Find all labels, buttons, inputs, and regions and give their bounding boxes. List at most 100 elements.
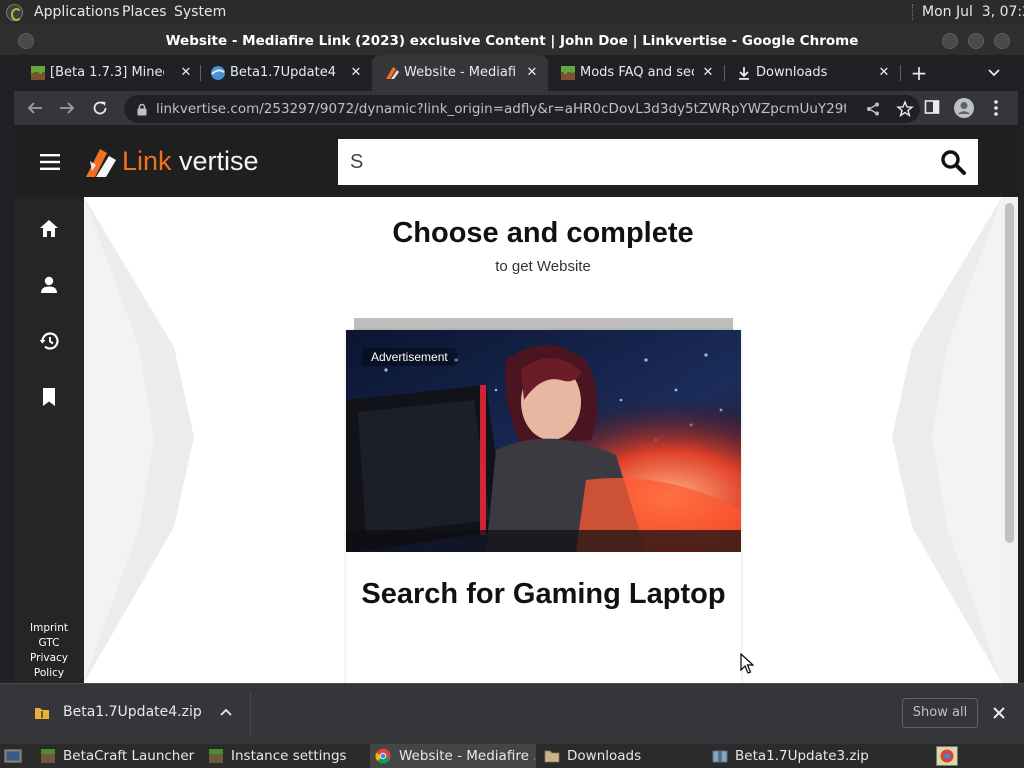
advertisement-card[interactable]: Advertisement Search for Gaming Laptop [346,330,741,683]
tab-label: Downloads [756,65,828,80]
window-titlebar[interactable]: Website - Mediafire Link (2023) exclusiv… [0,25,1024,55]
task-downloads-folder[interactable]: Downloads [540,744,704,768]
profile-avatar-icon[interactable] [953,97,975,119]
folder-icon [544,750,560,763]
ad-search-title[interactable]: Search for Gaming Laptop [346,578,741,611]
task-label: BetaCraft Launcher ... [63,748,199,764]
page-title: Choose and complete [392,217,694,249]
minimize-button[interactable] [942,33,958,49]
reload-icon[interactable] [91,99,109,117]
kebab-menu-icon[interactable] [992,99,1000,117]
system-menu[interactable]: System [174,4,226,20]
linkvertise-search-box [338,139,978,185]
url-text[interactable]: linkvertise.com/253297/9072/dynamic?link… [156,101,846,117]
advertisement-label: Advertisement [362,348,457,366]
close-tab-icon[interactable]: ✕ [698,63,718,83]
minecraft-grass-icon [561,66,575,80]
close-downloads-icon[interactable] [992,706,1006,720]
desktop-top-panel: Applications Places System Mon Jul 3, 07… [0,0,1024,25]
task-betacraft-launcher[interactable]: BetaCraft Launcher ... [36,744,200,768]
task-instance-settings[interactable]: Instance settings [204,744,368,768]
betacraft-icon [209,749,223,763]
bookmark-star-icon[interactable] [896,100,914,118]
download-shelf: Beta1.7Update4.zip Show all [0,683,1024,744]
tab-downloads[interactable]: Downloads ✕ [724,55,900,91]
linkvertise-sidebar: Imprint GTC Privacy Policy [14,197,84,683]
show-desktop-icon[interactable] [4,748,22,764]
tab-label: Mods FAQ and sect [580,65,694,80]
window-title: Website - Mediafire Link (2023) exclusiv… [165,33,859,49]
hamburger-menu-icon[interactable] [40,153,60,171]
logo-text-link: Link [122,146,172,176]
home-icon[interactable] [37,217,61,241]
search-input[interactable] [338,139,918,185]
page-subtitle: to get Website [495,258,591,275]
tab-beta-update[interactable]: Beta1.7Update4 ✕ [198,55,370,91]
places-menu[interactable]: Places [122,4,167,20]
chrome-icon [375,748,391,764]
user-icon[interactable] [37,273,61,297]
maximize-button[interactable] [968,33,984,49]
browser-toolbar: linkvertise.com/253297/9072/dynamic?link… [14,91,1018,125]
new-tab-icon[interactable]: + [907,61,931,85]
footer-links: Imprint GTC Privacy Policy [14,621,84,681]
close-tab-icon[interactable]: ✕ [522,63,542,83]
tab-linkvertise[interactable]: Website - Mediafir ✕ [372,55,548,91]
tab-label: [Beta 1.7.3] Minecra [50,65,164,80]
zip-file-icon [35,708,49,719]
clock[interactable]: Mon Jul 3, 07:22 [922,4,1024,20]
tab-minecraft-beta[interactable]: [Beta 1.7.3] Minecra ✕ [18,55,198,91]
policy-link[interactable]: Policy [14,666,84,681]
taskbar: BetaCraft Launcher ... Instance settings… [0,744,1024,768]
search-icon[interactable] [940,149,966,175]
download-filename: Beta1.7Update4.zip [63,704,202,720]
task-label: Website - Mediafire ... [399,748,535,764]
tab-separator [900,65,901,81]
download-divider [250,692,251,736]
close-tab-icon[interactable]: ✕ [176,63,196,83]
download-icon [739,67,749,80]
lock-icon[interactable] [136,103,148,116]
forward-icon[interactable] [58,99,76,117]
workspace-switcher-icon[interactable] [936,746,958,766]
tab-label: Website - Mediafir [404,65,516,80]
task-label: Instance settings [231,748,347,764]
close-window-button[interactable] [994,33,1010,49]
linkvertise-icon [386,67,399,79]
tab-strip: [Beta 1.7.3] Minecra ✕ Beta1.7Update4 ✕ … [14,55,1018,91]
task-label: Beta1.7Update3.zip [735,748,869,764]
history-icon[interactable] [37,329,61,353]
panel-separator [912,4,915,20]
window-menu-button[interactable] [18,33,34,49]
chrome-tab-icon [211,66,225,80]
page-scrollbar[interactable] [1002,197,1018,683]
page-viewport: Link vertise Imprint GTC Privacy Policy [14,125,1018,683]
download-item[interactable]: Beta1.7Update4.zip [24,692,244,734]
imprint-link[interactable]: Imprint [14,621,84,636]
tab-search-chevron-icon[interactable] [987,66,1001,80]
chevron-up-icon[interactable] [220,707,232,717]
linkvertise-logo[interactable]: Link vertise [84,146,274,180]
privacy-link[interactable]: Privacy [14,651,84,666]
share-icon[interactable] [865,101,881,117]
archive-icon [712,750,728,763]
task-label: Downloads [567,748,642,764]
applications-menu[interactable]: Applications [34,4,120,20]
address-bar[interactable]: linkvertise.com/253297/9072/dynamic?link… [124,95,920,123]
task-archive-manager[interactable]: Beta1.7Update3.zip [708,744,898,768]
task-chrome-linkvertise[interactable]: Website - Mediafire ... [370,744,536,768]
advertisement-image[interactable]: Advertisement [346,330,741,552]
close-tab-icon[interactable]: ✕ [874,63,894,83]
show-all-button[interactable]: Show all [902,698,978,728]
os-logo-icon[interactable] [6,4,23,21]
side-panel-icon[interactable] [924,99,940,115]
tab-mods-faq[interactable]: Mods FAQ and sect ✕ [548,55,724,91]
main-content: Choose and complete to get Website Adver… [84,197,1002,683]
scrollbar-thumb[interactable] [1005,203,1014,543]
minecraft-grass-icon [31,66,45,80]
gtc-link[interactable]: GTC [14,636,84,651]
back-icon[interactable] [26,99,44,117]
bookmark-icon[interactable] [37,385,61,409]
close-tab-icon[interactable]: ✕ [346,63,366,83]
betacraft-icon [41,749,55,763]
